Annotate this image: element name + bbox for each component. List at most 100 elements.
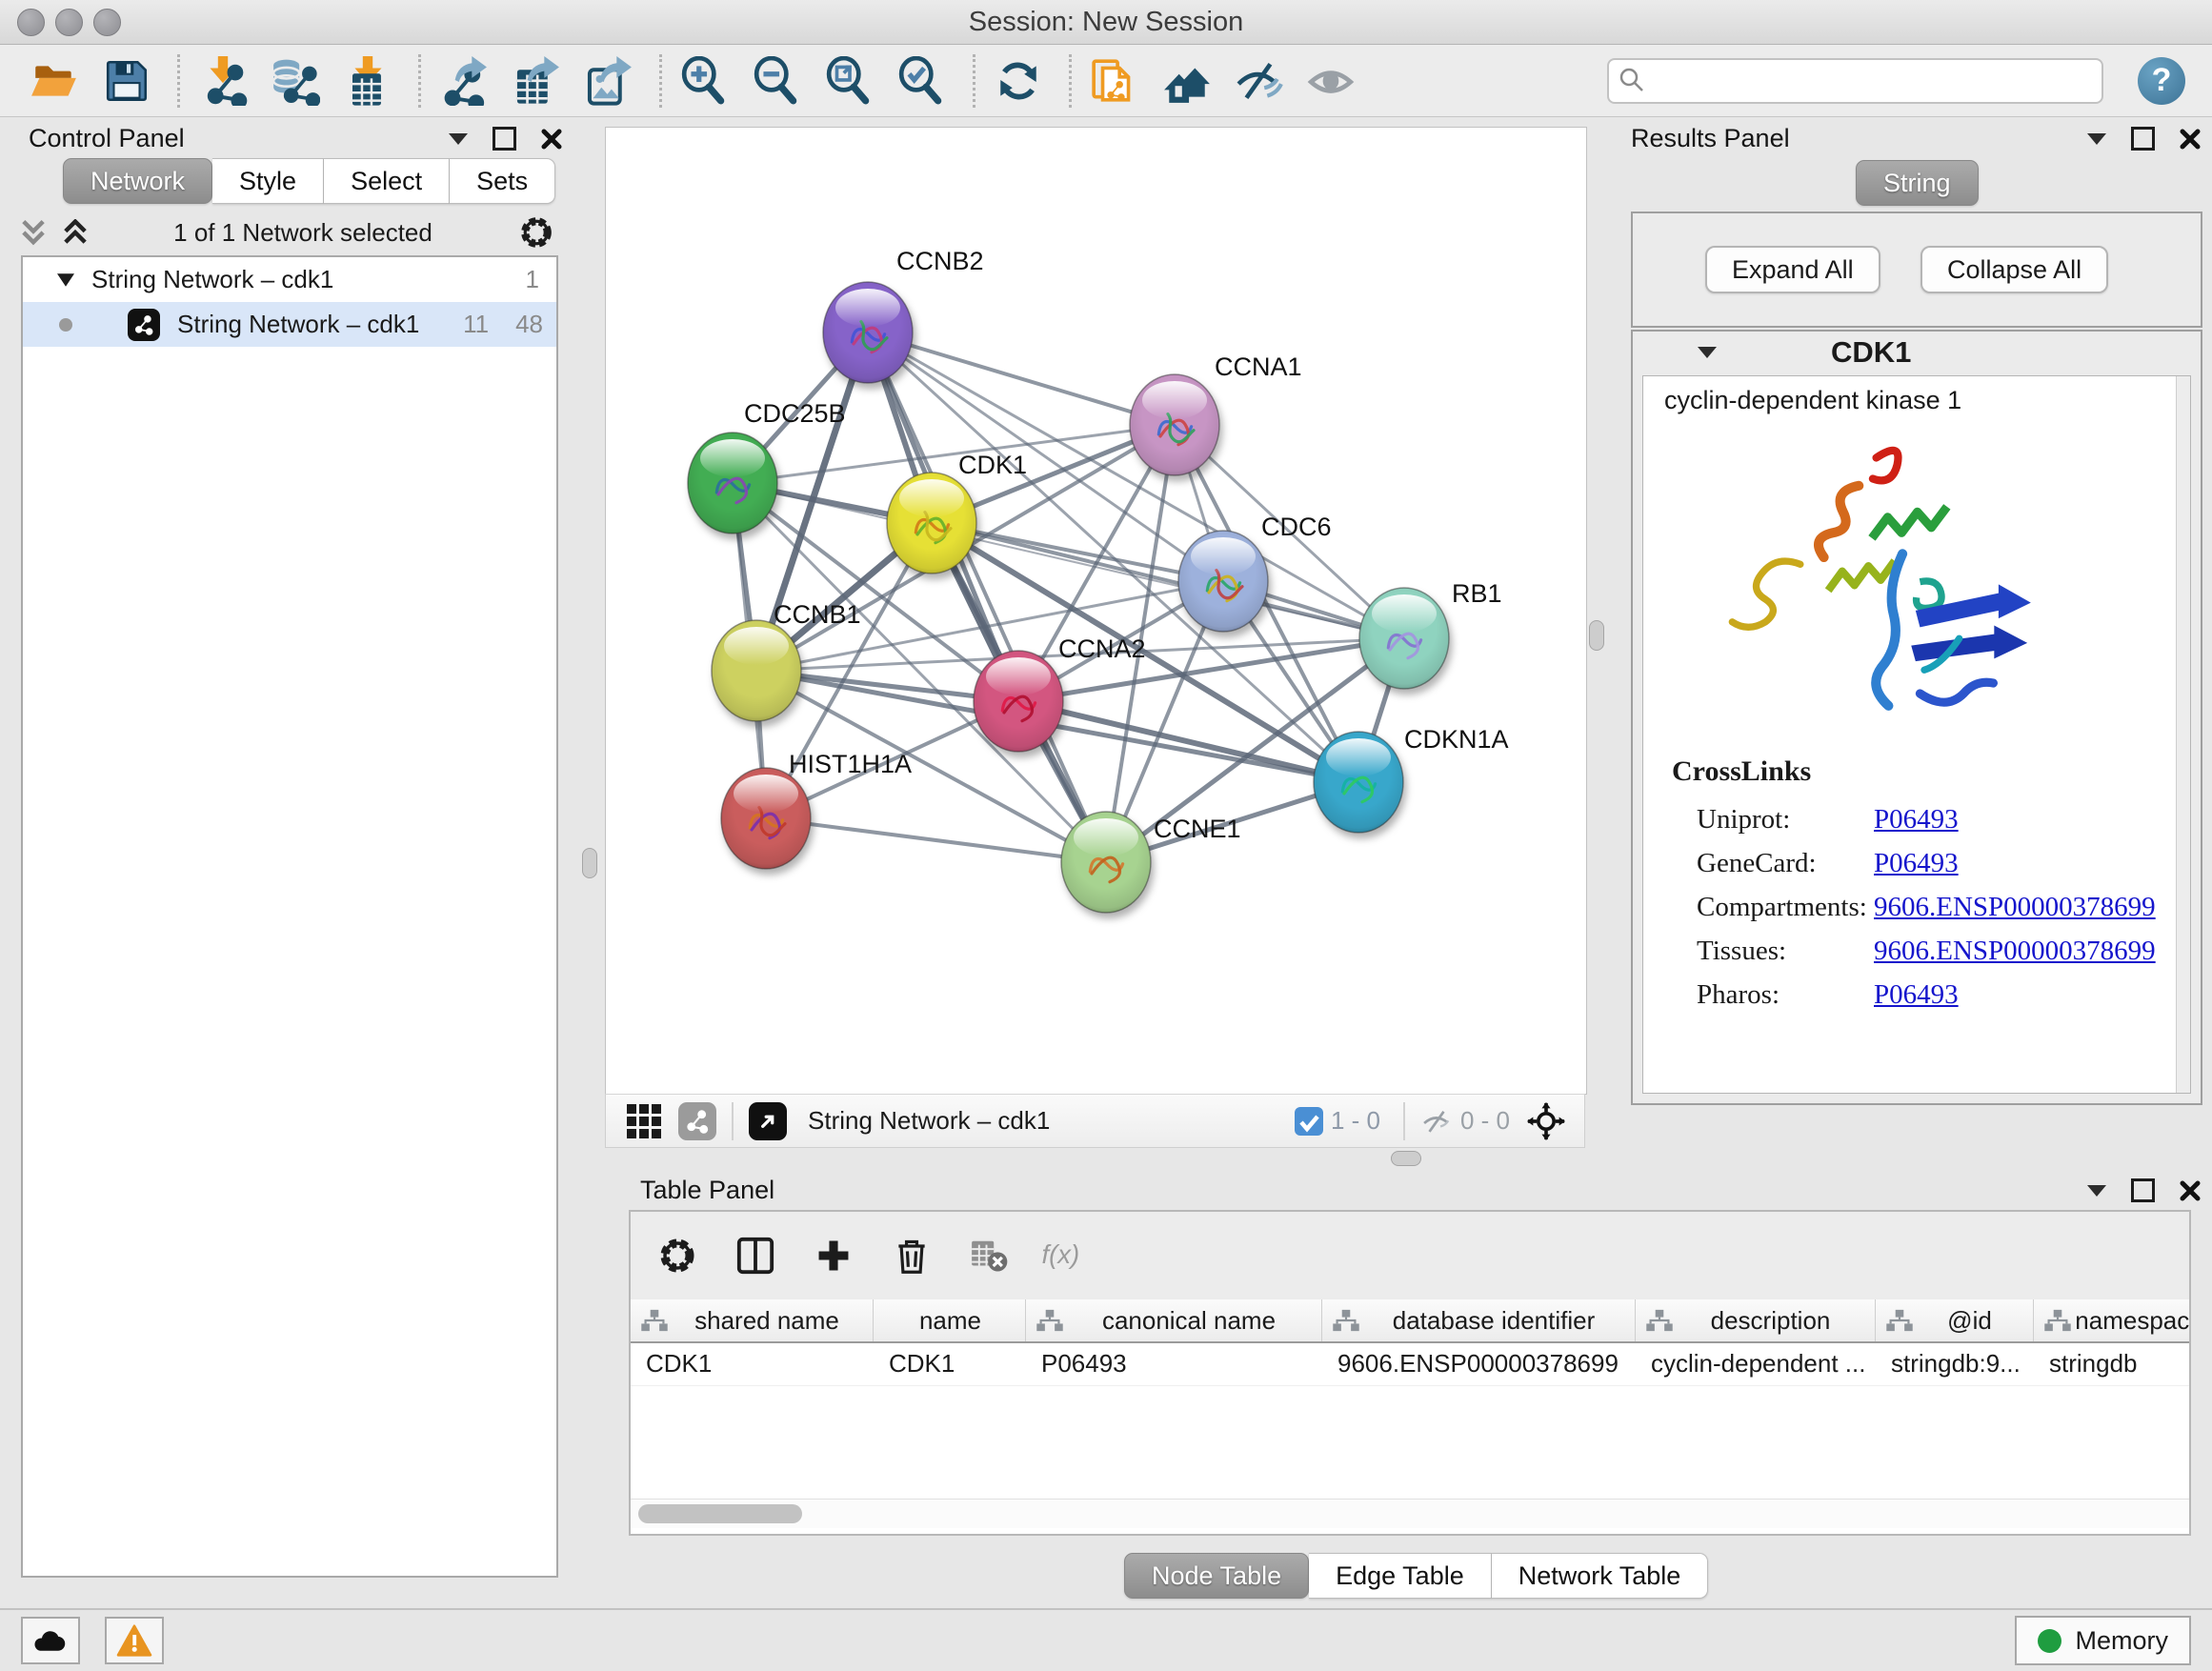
hide-selected-button[interactable] [1232, 53, 1287, 109]
zoom-selected-button[interactable] [895, 53, 950, 109]
collapse-all-button[interactable]: Collapse All [1920, 246, 2108, 293]
network-node-CCNE1[interactable] [1061, 812, 1151, 913]
crosslink-link[interactable]: 9606.ENSP00000378699 [1874, 936, 2156, 967]
apply-preferred-layout-button[interactable] [991, 53, 1046, 109]
crosslink-link[interactable]: 9606.ENSP00000378699 [1874, 892, 2156, 923]
crosslink-link[interactable]: P06493 [1874, 979, 1959, 1011]
crosslink-link[interactable]: P06493 [1874, 804, 1959, 836]
right-splitter-handle[interactable] [1589, 620, 1604, 651]
create-column-button[interactable] [806, 1228, 861, 1283]
scrollbar-thumb[interactable] [638, 1504, 802, 1523]
network-graph[interactable]: CCNB2CCNA1CDC25BCDK1CDC6RB1CCNB1CCNA2CDK… [606, 128, 1586, 1094]
network-node-RB1[interactable] [1359, 588, 1449, 689]
show-all-hidden-button[interactable] [1304, 53, 1359, 109]
close-panel-icon[interactable] [2180, 1180, 2201, 1201]
column-header-id[interactable]: @id [1876, 1299, 2034, 1341]
zoom-out-button[interactable] [750, 53, 805, 109]
table-settings-button[interactable] [650, 1228, 705, 1283]
show-columns-button[interactable] [728, 1228, 783, 1283]
crosslink-link[interactable]: P06493 [1874, 848, 1959, 879]
import-network-from-database-button[interactable] [268, 53, 323, 109]
tab-select[interactable]: Select [324, 158, 450, 204]
collapse-section-icon[interactable] [1698, 347, 1717, 358]
results-scrollbar[interactable] [2176, 376, 2190, 1093]
maximize-panel-icon[interactable] [2131, 1178, 2155, 1202]
column-header-canonical-name[interactable]: canonical name [1026, 1299, 1322, 1341]
network-collection-row[interactable]: String Network – cdk1 1 [23, 257, 556, 302]
table-cell-id[interactable]: stringdb:9... [1876, 1343, 2034, 1385]
close-panel-icon[interactable] [2180, 129, 2201, 150]
close-panel-icon[interactable] [541, 129, 562, 150]
network-node-CCNA2[interactable] [974, 651, 1063, 752]
network-node-CDC6[interactable] [1178, 531, 1268, 632]
help-button[interactable]: ? [2138, 57, 2185, 105]
table-cell-name[interactable]: CDK1 [874, 1343, 1026, 1385]
string-protein-query-button[interactable] [1087, 53, 1142, 109]
column-header-shared-name[interactable]: shared name [631, 1299, 874, 1341]
tab-style[interactable]: Style [212, 158, 324, 204]
maximize-panel-icon[interactable] [493, 127, 516, 151]
float-panel-icon[interactable] [2087, 133, 2106, 145]
gene-section-header[interactable]: CDK1 [1633, 332, 2201, 373]
function-builder-button[interactable]: f(x) [1040, 1228, 1096, 1283]
network-row[interactable]: String Network – cdk1 11 48 [23, 302, 556, 347]
export-table-button[interactable] [509, 53, 564, 109]
search-input[interactable] [1607, 58, 2103, 104]
open-session-button[interactable] [27, 53, 82, 109]
cloud-status-button[interactable] [21, 1617, 80, 1664]
warnings-button[interactable] [105, 1617, 164, 1664]
network-canvas[interactable]: CCNB2CCNA1CDC25BCDK1CDC6RB1CCNB1CCNA2CDK… [605, 127, 1587, 1095]
collapse-triangle-icon[interactable] [57, 273, 74, 287]
network-node-CDK1[interactable] [887, 473, 976, 574]
hidden-eye-slash-icon[interactable] [1420, 1105, 1453, 1137]
export-network-button[interactable] [436, 53, 492, 109]
zoom-in-button[interactable] [677, 53, 733, 109]
export-image-button[interactable] [581, 53, 636, 109]
network-node-CCNB1[interactable] [712, 620, 801, 721]
table-cell-namespace[interactable]: stringdb [2034, 1343, 2189, 1385]
network-options-gear-icon[interactable] [518, 214, 554, 251]
network-edge-HIST1H1A-CCNE1[interactable] [766, 818, 1106, 862]
tab-network-table[interactable]: Network Table [1492, 1553, 1709, 1599]
chevron-double-down-icon[interactable] [21, 219, 46, 246]
table-cell-shared-name[interactable]: CDK1 [631, 1343, 874, 1385]
save-session-button[interactable] [99, 53, 154, 109]
table-cell-database-identifier[interactable]: 9606.ENSP00000378699 [1322, 1343, 1636, 1385]
bottom-splitter-handle[interactable] [1391, 1151, 1421, 1166]
tab-sets[interactable]: Sets [450, 158, 555, 204]
selected-checkbox-icon[interactable] [1295, 1107, 1323, 1136]
column-header-name[interactable]: name [874, 1299, 1026, 1341]
float-panel-icon[interactable] [449, 133, 468, 145]
delete-table-button[interactable] [962, 1228, 1017, 1283]
string-view-icon[interactable] [678, 1102, 716, 1140]
string-home-button[interactable] [1159, 53, 1215, 109]
open-in-new-window-button[interactable] [749, 1102, 787, 1140]
memory-button[interactable]: Memory [2015, 1616, 2191, 1665]
network-node-CCNA1[interactable] [1130, 374, 1219, 475]
birdseye-grid-icon[interactable] [627, 1104, 661, 1138]
table-row[interactable]: CDK1CDK1P064939606.ENSP00000378699cyclin… [631, 1343, 2189, 1386]
column-header-description[interactable]: description [1636, 1299, 1876, 1341]
fit-selected-crosshair-icon[interactable] [1527, 1102, 1565, 1140]
float-panel-icon[interactable] [2087, 1185, 2106, 1197]
column-header-namespace[interactable]: namespace [2034, 1299, 2189, 1341]
left-splitter-handle[interactable] [582, 848, 597, 878]
table-cell-canonical-name[interactable]: P06493 [1026, 1343, 1322, 1385]
network-node-CCNB2[interactable] [823, 282, 913, 383]
network-edge-CCNB2-CCNE1[interactable] [868, 332, 1106, 862]
table-cell-description[interactable]: cyclin-dependent ... [1636, 1343, 1876, 1385]
tab-network[interactable]: Network [63, 158, 212, 204]
network-node-HIST1H1A[interactable] [721, 768, 811, 869]
maximize-panel-icon[interactable] [2131, 127, 2155, 151]
expand-all-button[interactable]: Expand All [1705, 246, 1880, 293]
network-node-CDC25B[interactable] [688, 433, 777, 534]
tab-node-table[interactable]: Node Table [1124, 1553, 1309, 1599]
chevron-double-up-icon[interactable] [63, 219, 88, 246]
zoom-fit-content-button[interactable] [822, 53, 877, 109]
network-node-CDKN1A[interactable] [1314, 732, 1403, 833]
column-header-database-identifier[interactable]: database identifier [1322, 1299, 1636, 1341]
network-edge-CCNB2-CCNA1[interactable] [868, 332, 1175, 425]
delete-column-button[interactable] [884, 1228, 939, 1283]
table-horizontal-scrollbar[interactable] [631, 1499, 2189, 1528]
import-table-from-file-button[interactable] [340, 53, 395, 109]
